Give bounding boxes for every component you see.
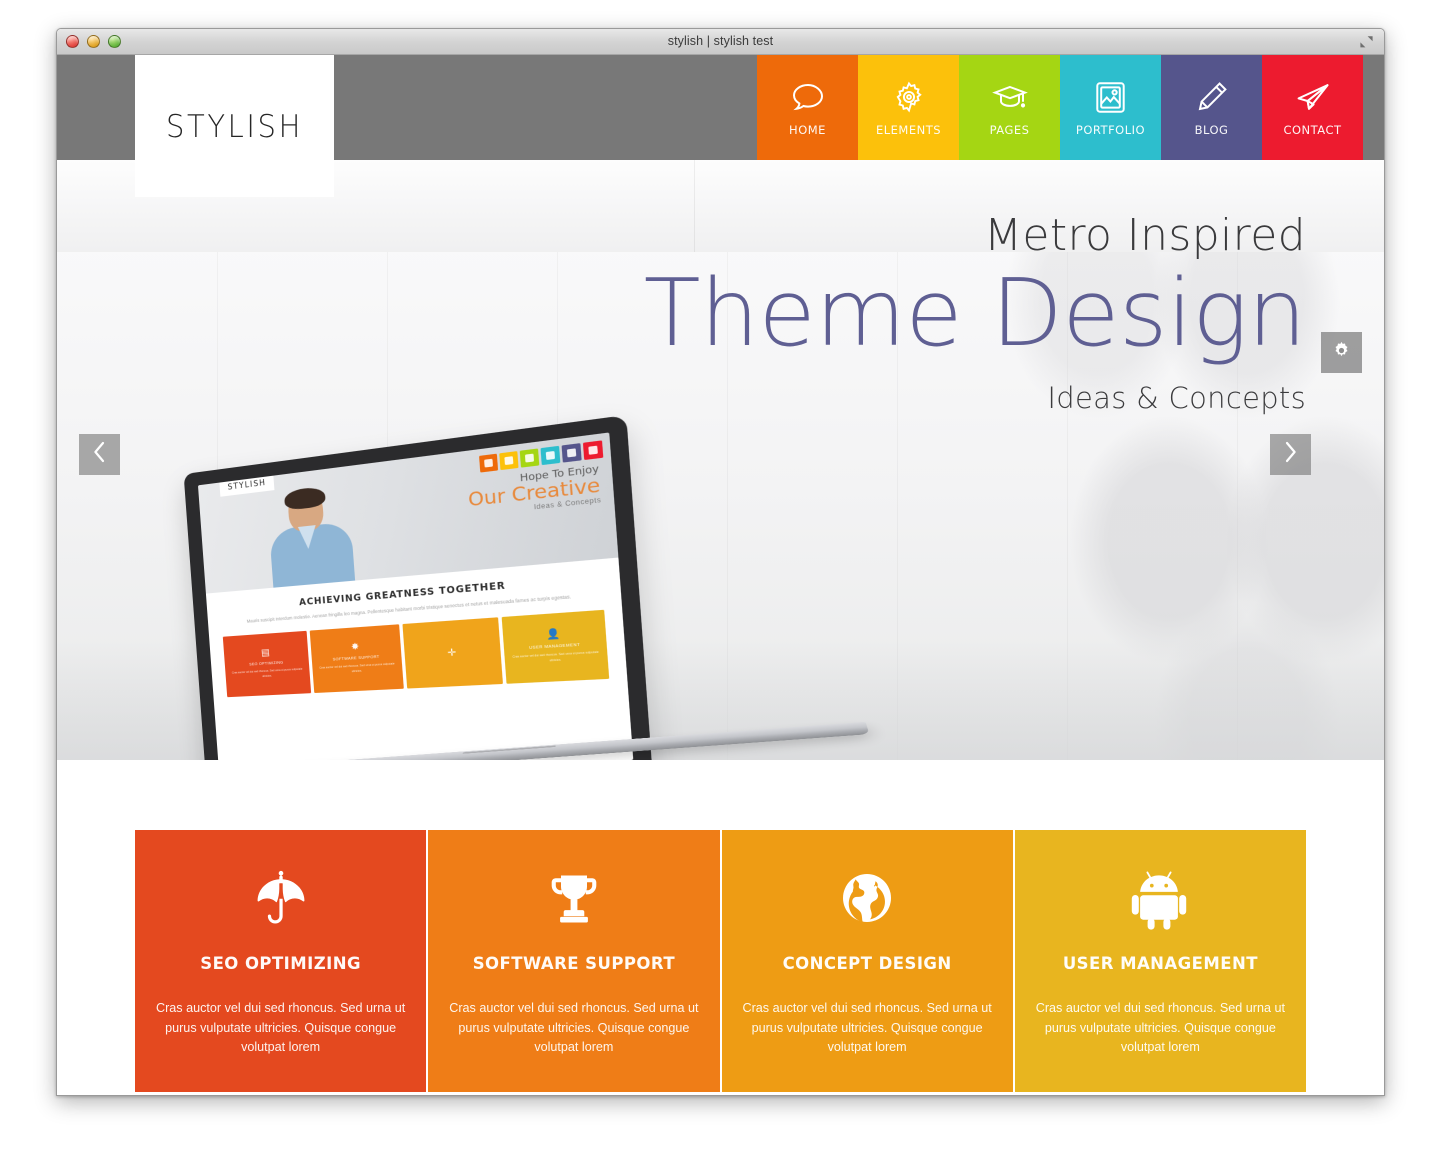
seo-icon: ▤	[260, 646, 271, 658]
site-header: STYLISH HOME ELEMENTS PAGES PORTFOLIO BL…	[57, 55, 1384, 197]
feature-card-seo[interactable]: SEO OPTIMIZING Cras auctor vel dui sed r…	[135, 830, 427, 1092]
laptop-tile-text-4: Cras auctor vel dui sed rhoncus. Sed urn…	[512, 650, 599, 663]
laptop-nav-tile-4	[540, 445, 561, 466]
fullscreen-expand-icon[interactable]	[1356, 33, 1376, 51]
feature-card-text: Cras auctor vel dui sed rhoncus. Sed urn…	[449, 1001, 699, 1055]
laptop-tile-seo: ▤ SEO OPTIMIZING Cras auctor vel dui sed…	[222, 630, 312, 697]
hero-slider: STYLISH Hope To Enjoy Our Creative Ideas…	[57, 160, 1384, 760]
hero-line-1: Metro Inspired	[984, 210, 1306, 261]
gear-icon	[1332, 341, 1351, 365]
feature-card-title: SEO OPTIMIZING	[200, 954, 361, 973]
feature-card-title: CONCEPT DESIGN	[782, 954, 952, 973]
feature-card-support[interactable]: SOFTWARE SUPPORT Cras auctor vel dui sed…	[428, 830, 720, 1092]
feature-card-title: SOFTWARE SUPPORT	[472, 954, 676, 973]
laptop-tile-label-2: SOFTWARE SUPPORT	[332, 654, 380, 662]
umbrella-icon	[250, 868, 312, 932]
feature-card-concept[interactable]: CONCEPT DESIGN Cras auctor vel dui sed r…	[721, 830, 1013, 1092]
feature-card-text: Cras auctor vel dui sed rhoncus. Sed urn…	[156, 1001, 406, 1055]
laptop-tile-support: ✸ SOFTWARE SUPPORT Cras auctor vel dui s…	[309, 623, 404, 693]
laptop-hero-copy: Hope To Enjoy Our Creative Ideas & Conce…	[467, 464, 602, 518]
user-icon: 👤	[546, 627, 561, 641]
window-titlebar[interactable]: stylish | stylish test	[57, 29, 1384, 55]
nav-label-elements: ELEMENTS	[875, 123, 942, 137]
nav-item-elements[interactable]: ELEMENTS	[858, 55, 959, 160]
nav-label-portfolio: PORTFOLIO	[1075, 123, 1146, 137]
graduation-cap-icon	[991, 78, 1028, 116]
nav-item-portfolio[interactable]: PORTFOLIO	[1060, 55, 1161, 160]
image-picture-icon	[1095, 78, 1126, 116]
laptop-tile-label-4: USER MANAGEMENT	[529, 642, 581, 651]
chevron-left-icon	[92, 441, 107, 468]
nav-item-contact[interactable]: CONTACT	[1262, 55, 1363, 160]
nav-item-blog[interactable]: BLOG	[1161, 55, 1262, 160]
feature-card-user[interactable]: USER MANAGEMENT Cras auctor vel dui sed …	[1014, 830, 1306, 1092]
nav-item-pages[interactable]: PAGES	[959, 55, 1060, 160]
speech-bubble-icon	[790, 78, 826, 116]
hero-line-3: Ideas & Concepts	[1047, 380, 1306, 415]
laptop-tile-text-2: Cras auctor vel dui sed rhoncus. Sed urn…	[319, 662, 395, 674]
plus-icon: ✛	[447, 646, 457, 659]
trophy-icon	[543, 868, 605, 932]
laptop-viewport: STYLISH Hope To Enjoy Our Creative Ideas…	[197, 432, 634, 760]
android-robot-icon	[1130, 868, 1190, 932]
feature-card-title: USER MANAGEMENT	[1062, 954, 1258, 973]
globe-icon	[837, 868, 897, 932]
paper-plane-icon	[1295, 78, 1331, 116]
hero-line-2: Theme Design	[643, 259, 1307, 368]
nav-label-blog: BLOG	[1194, 123, 1229, 137]
gear-icon: ✸	[350, 641, 360, 653]
laptop-nav-tile-5	[561, 443, 582, 463]
gear-icon	[892, 78, 926, 116]
laptop-nav-tile-6	[582, 440, 604, 461]
browser-window: stylish | stylish test STYLISH HOME ELEM…	[56, 28, 1385, 1096]
laptop-mockup: STYLISH Hope To Enjoy Our Creative Ideas…	[126, 414, 913, 760]
laptop-nav-tile-2	[499, 451, 519, 471]
pencil-icon	[1195, 78, 1229, 116]
feature-card-text: Cras auctor vel dui sed rhoncus. Sed urn…	[742, 1001, 992, 1055]
laptop-screen: STYLISH Hope To Enjoy Our Creative Ideas…	[183, 414, 653, 760]
main-navigation: HOME ELEMENTS PAGES PORTFOLIO BLOG CONTA…	[757, 55, 1363, 160]
laptop-nav-tile-1	[479, 453, 499, 473]
laptop-person-photo	[260, 482, 363, 588]
feature-cards-row: SEO OPTIMIZING Cras auctor vel dui sed r…	[135, 830, 1306, 1092]
settings-toggle-button[interactable]	[1321, 332, 1362, 373]
hero-copy: Metro Inspired Theme Design Ideas & Conc…	[643, 210, 1307, 415]
chevron-right-icon	[1283, 441, 1298, 468]
laptop-tile-text-1: Cras auctor vel dui sed rhoncus. Sed urn…	[231, 667, 303, 679]
nav-label-home: HOME	[789, 123, 826, 137]
laptop-tile-plus: ✛	[402, 616, 503, 689]
laptop-tile-user: 👤 USER MANAGEMENT Cras auctor vel dui se…	[501, 609, 610, 684]
slider-next-button[interactable]	[1270, 434, 1311, 475]
slider-prev-button[interactable]	[79, 434, 120, 475]
feature-card-text: Cras auctor vel dui sed rhoncus. Sed urn…	[1035, 1001, 1285, 1055]
nav-label-contact: CONTACT	[1283, 123, 1342, 137]
window-title: stylish | stylish test	[667, 34, 774, 48]
brand-logo[interactable]: STYLISH	[135, 55, 334, 197]
laptop-tile-label-1: SEO OPTIMIZING	[249, 660, 284, 667]
laptop-nav-tile-3	[519, 448, 540, 468]
nav-label-pages: PAGES	[989, 123, 1030, 137]
nav-item-home[interactable]: HOME	[757, 55, 858, 160]
features-section: SEO OPTIMIZING Cras auctor vel dui sed r…	[57, 760, 1384, 1095]
brand-logo-text: STYLISH	[166, 107, 303, 145]
